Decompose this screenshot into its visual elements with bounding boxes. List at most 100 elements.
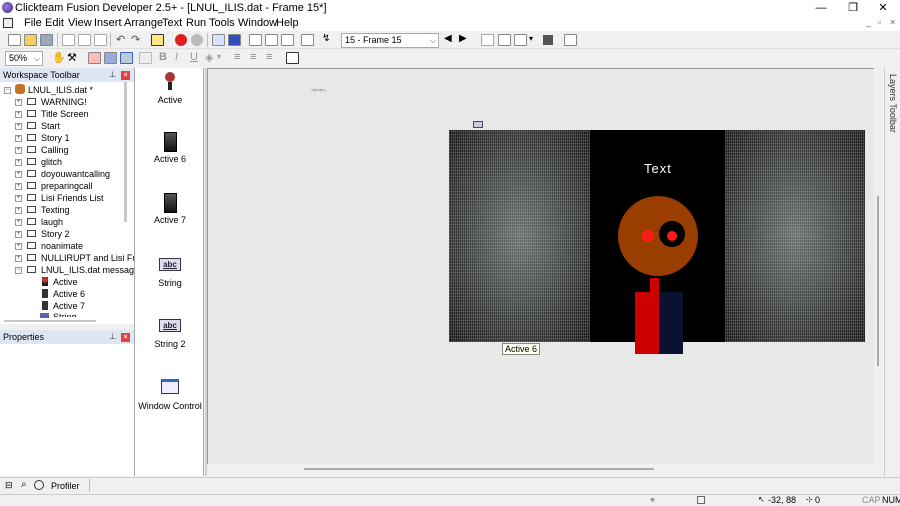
object-item-window-control[interactable]: Window Control (137, 379, 203, 411)
tree-frame[interactable]: laugh (41, 216, 63, 228)
tree-frame[interactable]: LNUL_ILIS.dat message (41, 264, 139, 276)
collapse-icon[interactable]: − (4, 87, 11, 94)
tree-frame[interactable]: Lisi Friends List (41, 192, 104, 204)
expand-icon[interactable]: + (15, 207, 22, 214)
expand-icon[interactable]: + (15, 135, 22, 142)
next-frame-icon[interactable]: ▶ (459, 33, 467, 44)
pin-icon[interactable]: ⊥ (109, 332, 116, 341)
event-list-icon[interactable] (265, 34, 278, 46)
tree-frame[interactable]: WARNING! (41, 96, 87, 108)
zoom-select[interactable]: 50% ⌵ (5, 51, 43, 66)
clock-icon[interactable] (34, 480, 44, 490)
tree-frame[interactable]: NULLIRUPT and Lisi Fu (41, 252, 137, 264)
horizontal-scroll-thumb[interactable] (304, 468, 654, 470)
tree-root[interactable]: LNUL_ILIS.dat * (28, 84, 93, 96)
tree-frame[interactable]: Start (41, 120, 60, 132)
static-noise-left[interactable] (449, 130, 590, 342)
window-control-object[interactable] (473, 121, 483, 128)
save-icon[interactable] (40, 34, 53, 46)
menu-insert[interactable]: Insert (94, 17, 122, 29)
menu-arrange[interactable]: Arrange (124, 17, 163, 29)
align-left-icon[interactable]: ≡ (234, 51, 240, 63)
expand-icon[interactable]: + (15, 147, 22, 154)
previous-frame-icon[interactable]: ◀ (444, 33, 452, 44)
tiny-text-object[interactable]: ~≈~≈~. (311, 88, 327, 94)
minimize-button[interactable]: — (806, 0, 836, 16)
tree-frame[interactable]: Texting (41, 204, 70, 216)
expand-icon[interactable]: + (15, 111, 22, 118)
tree-object[interactable]: String (53, 311, 77, 317)
expand-icon[interactable]: + (15, 231, 22, 238)
menu-run[interactable]: Run (186, 17, 206, 29)
grid-icon[interactable] (481, 34, 494, 46)
resize-icon[interactable] (564, 34, 577, 46)
object-item-active[interactable]: Active (137, 71, 203, 105)
text-string-object[interactable]: Text (644, 161, 672, 176)
mdi-close-button[interactable]: × (890, 17, 895, 27)
copy-icon[interactable] (78, 34, 91, 46)
tree-frame[interactable]: preparingcall (41, 180, 93, 192)
block-icon[interactable] (543, 35, 553, 45)
chevron-down-icon[interactable]: ▾ (529, 34, 533, 43)
wand-icon[interactable]: ⚒ (67, 51, 77, 64)
frame-transition-icon[interactable]: ↯ (322, 33, 330, 44)
horizontal-scrollbar[interactable] (207, 464, 874, 474)
expand-icon[interactable]: + (15, 123, 22, 130)
underline-icon[interactable]: U (190, 51, 198, 63)
menu-edit[interactable]: Edit (45, 17, 64, 29)
undo-icon[interactable]: ↶ (116, 33, 125, 46)
expand-icon[interactable]: + (15, 195, 22, 202)
tree-scrollbar[interactable] (124, 82, 127, 222)
data-elements-icon[interactable] (281, 34, 294, 46)
grid-toggle-icon[interactable] (104, 52, 117, 64)
align-center-icon[interactable]: ≡ (250, 51, 256, 63)
menu-help[interactable]: Help (276, 17, 299, 29)
align-right-icon[interactable]: ≡ (266, 51, 272, 63)
tree-frame[interactable]: Calling (41, 144, 69, 156)
tree-hscrollbar[interactable] (4, 320, 96, 322)
layout-icon[interactable] (498, 34, 511, 46)
expand-icon[interactable]: + (15, 255, 22, 262)
tree-frame[interactable]: noanimate (41, 240, 83, 252)
object-item-active-7[interactable]: Active 7 (137, 193, 203, 225)
menu-window[interactable]: Window (238, 17, 277, 29)
vertical-scrollbar[interactable] (874, 68, 884, 468)
tree-object[interactable]: Active 6 (53, 288, 85, 300)
expand-icon[interactable]: + (15, 99, 22, 106)
maximize-button[interactable]: ❐ (838, 0, 868, 16)
redo-icon[interactable]: ↷ (131, 33, 140, 46)
collapse-icon[interactable]: − (15, 267, 22, 274)
profiler-label[interactable]: Profiler (51, 481, 80, 491)
object-item-string[interactable]: abc String (137, 258, 203, 288)
character-face[interactable] (617, 195, 699, 277)
mdi-minimize-button[interactable]: _ (866, 17, 871, 27)
layout-icon[interactable]: ⊟ (5, 480, 13, 491)
expand-icon[interactable]: + (15, 219, 22, 226)
mdi-restore-button[interactable]: ▫ (878, 17, 881, 27)
open-folder-icon[interactable] (24, 34, 37, 46)
tree-frame[interactable]: doyouwantcalling (41, 168, 110, 180)
object-item-string-2[interactable]: abc String 2 (137, 319, 203, 349)
new-icon[interactable] (8, 34, 21, 46)
tree-object[interactable]: Active (53, 276, 78, 288)
close-button[interactable]: ✕ (868, 0, 898, 16)
frame-selector[interactable]: 15 - Frame 15 ⌵ (341, 33, 439, 48)
document-icon[interactable] (3, 18, 13, 28)
event-editor-icon[interactable] (249, 34, 262, 46)
pin-icon[interactable]: ⊥ (109, 70, 116, 79)
stop-icon[interactable] (175, 34, 187, 46)
help-icon[interactable] (151, 34, 164, 46)
character-neck[interactable] (650, 278, 659, 294)
paste-icon[interactable] (94, 34, 107, 46)
window-icon[interactable] (514, 34, 527, 46)
menu-view[interactable]: View (68, 17, 92, 29)
menu-text[interactable]: Text (162, 17, 182, 29)
expand-icon[interactable]: + (15, 183, 22, 190)
properties-icon[interactable] (301, 34, 314, 46)
fit-frame-icon[interactable] (286, 52, 299, 64)
expand-icon[interactable]: + (15, 159, 22, 166)
expand-icon[interactable]: + (15, 243, 22, 250)
menu-file[interactable]: File (24, 17, 42, 29)
tree-frame[interactable]: Title Screen (41, 108, 89, 120)
layers-toolbar-tab[interactable]: Layers Toolbar (884, 68, 900, 476)
